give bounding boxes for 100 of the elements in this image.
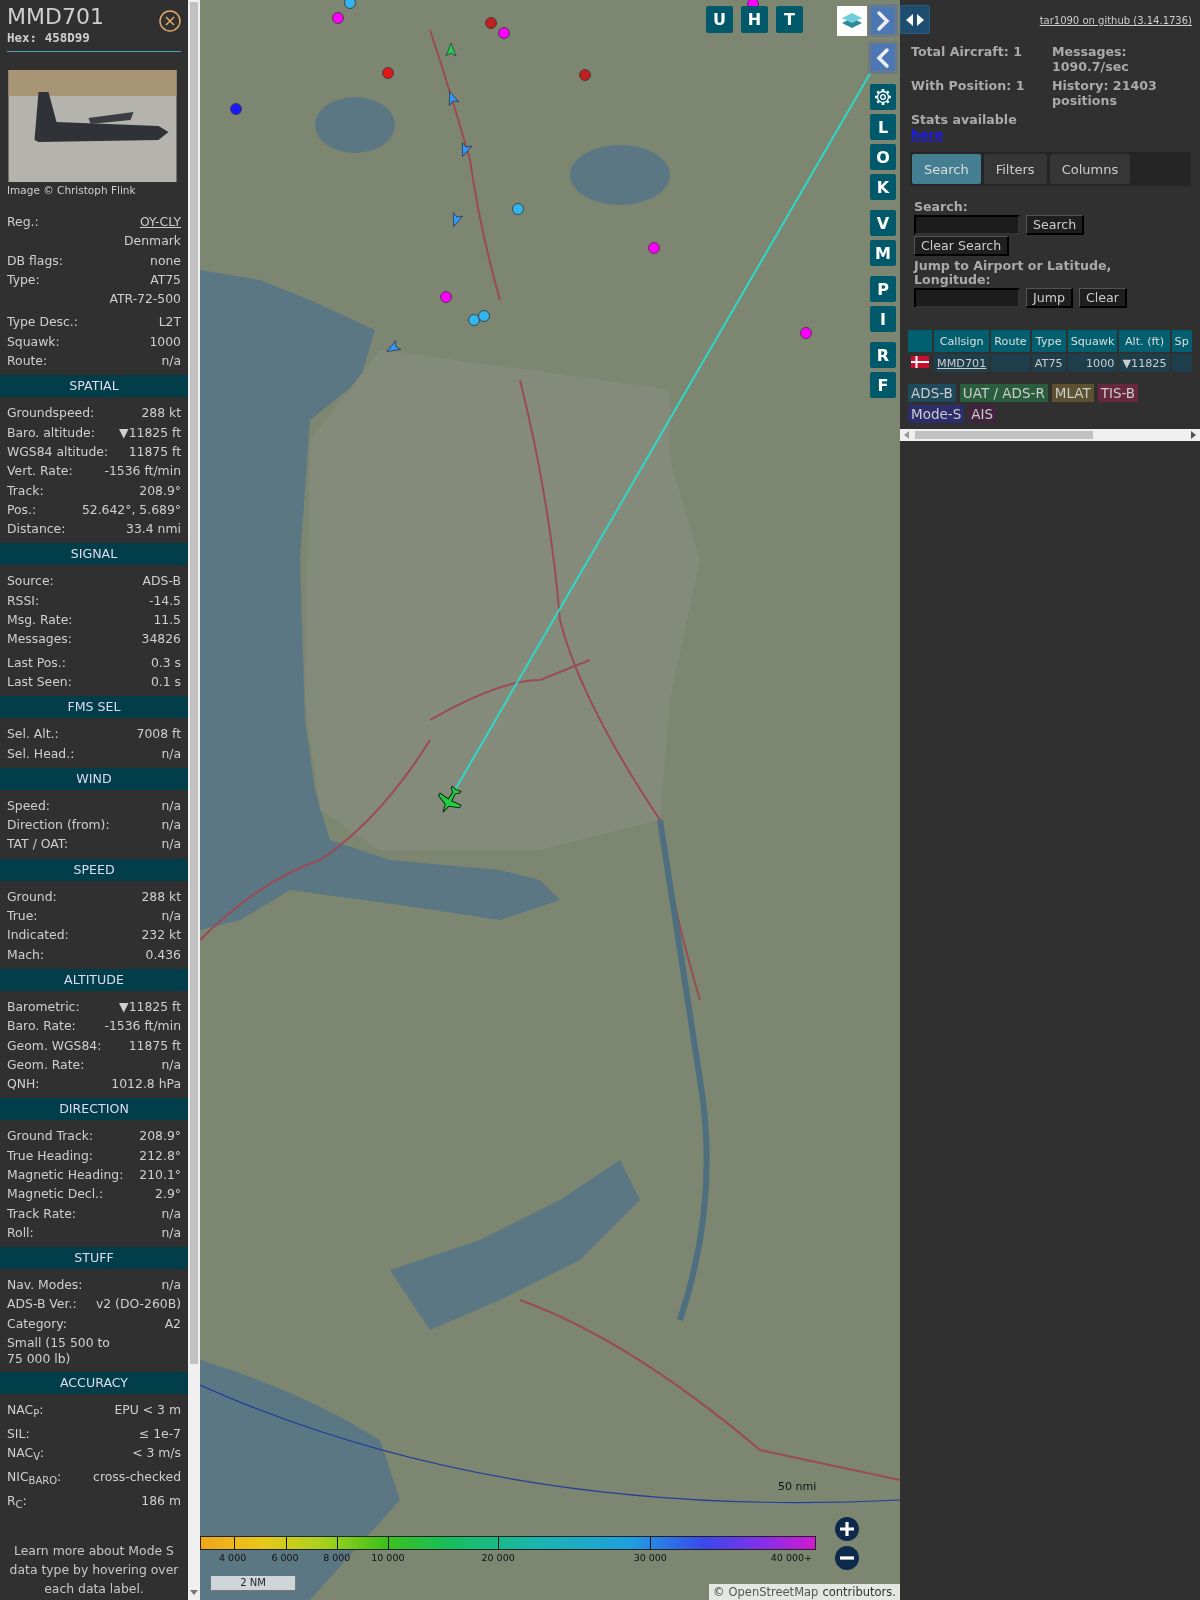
source-tag: AIS bbox=[968, 405, 997, 423]
field-value: 11.5 bbox=[153, 611, 181, 630]
section-header: ACCURACY bbox=[0, 1372, 188, 1395]
map-toggle-button[interactable]: U bbox=[706, 6, 733, 33]
field-value: 34826 bbox=[141, 630, 181, 649]
column-header[interactable]: Squawk bbox=[1067, 330, 1118, 352]
callsign-title: MMD701 bbox=[7, 4, 104, 30]
scroll-right-icon[interactable] bbox=[1191, 431, 1196, 439]
field-label: NIC$_{BARO}$: bbox=[7, 1467, 62, 1489]
field-label: NAC$_{V}$: bbox=[7, 1444, 45, 1465]
clear-search-button[interactable]: Clear Search bbox=[914, 236, 1010, 256]
aircraft-marker[interactable] bbox=[512, 203, 524, 215]
field-label: WGS84 altitude: bbox=[7, 442, 109, 461]
source-tag: Mode-S bbox=[908, 405, 965, 423]
map-toggle-button[interactable]: T bbox=[776, 6, 803, 33]
message-rate: Messages: 1090.7/sec bbox=[1052, 44, 1130, 74]
aircraft-marker[interactable] bbox=[648, 242, 660, 254]
map-toggle-button[interactable]: M bbox=[870, 240, 896, 266]
settings-button[interactable] bbox=[870, 84, 896, 110]
source-tag: MLAT bbox=[1051, 384, 1094, 402]
search-label: Search: bbox=[914, 200, 969, 214]
clear-button[interactable]: Clear bbox=[1078, 288, 1127, 308]
aircraft-marker[interactable] bbox=[453, 212, 464, 227]
close-icon[interactable] bbox=[159, 10, 181, 32]
registration-link[interactable]: OY-CLY bbox=[139, 212, 181, 232]
attribution-link[interactable]: OpenStreetMap bbox=[728, 1585, 819, 1599]
aircraft-marker[interactable] bbox=[449, 91, 460, 106]
aircraft-marker[interactable] bbox=[382, 67, 394, 79]
source-tag: UAT / ADS-R bbox=[959, 384, 1048, 402]
scroll-left-icon[interactable] bbox=[904, 431, 909, 439]
zoom-in-icon[interactable] bbox=[834, 1516, 860, 1542]
tab[interactable]: Filters bbox=[983, 154, 1047, 184]
search-button[interactable]: Search bbox=[1026, 215, 1085, 235]
column-header[interactable]: Callsign bbox=[934, 330, 990, 352]
photo-credit: Image © Christoph Flink bbox=[7, 184, 137, 196]
column-header[interactable]: Route bbox=[991, 330, 1030, 352]
field-value: 212.8° bbox=[139, 1146, 181, 1165]
aircraft-marker[interactable] bbox=[579, 69, 591, 81]
field-label: Type: bbox=[7, 270, 40, 289]
aircraft-marker[interactable] bbox=[440, 291, 452, 303]
column-header[interactable]: Alt. (ft) bbox=[1119, 330, 1170, 352]
zoom-out-icon[interactable] bbox=[834, 1545, 860, 1571]
map-toggle-button[interactable]: V bbox=[870, 210, 896, 236]
field-label: Last Pos.: bbox=[7, 653, 66, 672]
field-label: True Heading: bbox=[7, 1146, 93, 1165]
field-value: 208.9° bbox=[139, 1127, 181, 1146]
map-toggle-button[interactable]: R bbox=[870, 342, 896, 368]
field-value: 232 kt bbox=[141, 926, 181, 945]
map-toggle-button[interactable]: L bbox=[870, 114, 896, 140]
field-value: n/a bbox=[161, 352, 181, 371]
github-link[interactable]: tar1090 on github (3.14.1736) bbox=[1039, 15, 1192, 26]
jump-field[interactable] bbox=[914, 288, 1020, 308]
column-header[interactable]: Type bbox=[1031, 330, 1066, 352]
collapse-button[interactable] bbox=[868, 41, 898, 74]
aircraft-marker[interactable] bbox=[800, 327, 812, 339]
aircraft-marker[interactable] bbox=[230, 103, 242, 115]
tab[interactable]: Columns bbox=[1049, 154, 1131, 184]
callsign-link[interactable]: MMD701 bbox=[937, 356, 987, 370]
table-cell bbox=[1171, 354, 1192, 372]
aircraft-marker[interactable] bbox=[344, 0, 356, 9]
chevron-left-icon bbox=[876, 46, 890, 69]
aircraft-marker[interactable] bbox=[468, 314, 480, 326]
aircraft-icon[interactable] bbox=[438, 785, 462, 813]
field-label: Baro. Rate: bbox=[7, 1017, 76, 1036]
altitude-tick-label: 30 000 bbox=[633, 1552, 667, 1563]
map-toggle-button[interactable]: O bbox=[870, 144, 896, 170]
section-header: STUFF bbox=[0, 1247, 188, 1270]
horizontal-scrollbar[interactable] bbox=[900, 429, 1200, 441]
aircraft-with-position: With Position: 1 bbox=[911, 78, 1026, 93]
layers-button[interactable] bbox=[837, 6, 867, 36]
section-header: WIND bbox=[0, 767, 188, 790]
expand-button[interactable] bbox=[868, 4, 898, 37]
altitude-tick-label: 4 000 bbox=[219, 1552, 247, 1563]
layers-icon bbox=[841, 11, 863, 31]
search-field[interactable] bbox=[914, 215, 1020, 235]
field-label: Category: bbox=[7, 1314, 67, 1333]
map-toggle-button[interactable]: I bbox=[870, 306, 896, 332]
field-label: Type Desc.: bbox=[7, 313, 78, 332]
map-toggle-button[interactable]: F bbox=[870, 372, 896, 398]
map-toggle-button[interactable]: H bbox=[741, 6, 768, 33]
column-header[interactable]: Sp bbox=[1171, 330, 1192, 352]
aircraft-marker[interactable] bbox=[498, 27, 510, 39]
aircraft-marker[interactable] bbox=[332, 12, 344, 24]
map-toggle-button[interactable]: K bbox=[870, 174, 896, 200]
field-value: ▼11825 ft bbox=[119, 997, 181, 1016]
aircraft-marker[interactable] bbox=[462, 142, 473, 157]
vertical-scrollbar[interactable] bbox=[188, 0, 200, 1600]
aircraft-marker[interactable] bbox=[386, 340, 401, 352]
scroll-down-icon[interactable] bbox=[190, 1590, 198, 1595]
aircraft-marker[interactable] bbox=[445, 42, 457, 57]
source-tag: TIS-B bbox=[1097, 384, 1139, 402]
map-toggle-button[interactable]: P bbox=[870, 276, 896, 302]
field-value: < 3 m/s bbox=[132, 1444, 181, 1463]
field-value: 7008 ft bbox=[136, 725, 181, 744]
toggle-sidebar-button[interactable] bbox=[900, 5, 930, 34]
hex-code: Hex: 458D99 bbox=[7, 30, 91, 45]
aircraft-marker[interactable] bbox=[478, 310, 490, 322]
field-label: Distance: bbox=[7, 520, 66, 539]
aircraft-marker[interactable] bbox=[485, 17, 497, 29]
jump-button[interactable]: Jump bbox=[1026, 288, 1073, 308]
